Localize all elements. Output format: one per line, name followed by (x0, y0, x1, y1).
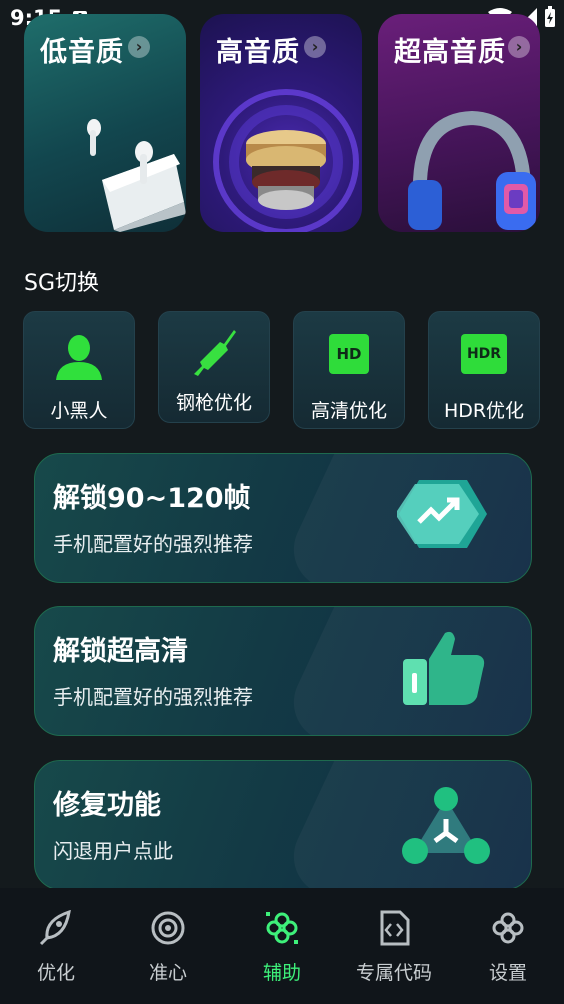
nav-label: 准心 (148, 962, 187, 984)
feature-title: 修复功能 (53, 790, 161, 821)
feature-subtitle: 手机配置好的强烈推荐 (53, 532, 253, 556)
feature-subtitle: 闪退用户点此 (53, 839, 173, 863)
nav-item-assist[interactable]: 辅助 (226, 888, 338, 1004)
sg-item-label: 小黑人 (50, 400, 108, 422)
hdr-icon: HDR (461, 334, 507, 374)
speaker-driver-image (213, 89, 359, 232)
person-icon (56, 335, 102, 380)
nav-item-optimize[interactable]: 优化 (0, 888, 112, 1004)
quality-card-low[interactable]: 低音质 › (24, 14, 186, 232)
rifle-icon (194, 330, 236, 376)
hd-badge-text: HD (336, 345, 362, 363)
sg-item-label: 高清优化 (310, 400, 387, 422)
nav-item-code[interactable]: 专属代码 (338, 888, 450, 1004)
nav-label: 设置 (488, 962, 527, 984)
plus-cluster-icon (266, 912, 298, 944)
code-file-icon (380, 910, 410, 946)
rocket-icon (39, 910, 71, 946)
sg-item-label: HDR优化 (443, 400, 525, 422)
earbuds-image (87, 119, 186, 232)
section-title: SG切换 (24, 271, 100, 296)
thumbs-up-icon (403, 631, 485, 705)
hdr-badge-text: HDR (466, 346, 502, 362)
nav-item-settings[interactable]: 设置 (452, 888, 564, 1004)
chevron-right-icon: › (508, 36, 530, 58)
nav-label: 专属代码 (355, 962, 432, 984)
sg-item-label: 钢枪优化 (175, 392, 252, 414)
sg-item-rifle[interactable]: 钢枪优化 (158, 311, 270, 423)
settings-icon (492, 912, 524, 944)
headphones-image (408, 110, 536, 230)
quality-card-title: 高音质 (216, 37, 300, 68)
nav-item-crosshair[interactable]: 准心 (112, 888, 224, 1004)
feature-title: 解锁90~120帧 (53, 483, 251, 514)
chevron-right-icon: › (128, 36, 150, 58)
sg-item-hd[interactable]: HD 高清优化 (293, 311, 405, 429)
quality-card-title: 超高音质 (394, 37, 506, 68)
sg-item-hdr[interactable]: HDR HDR优化 (428, 311, 540, 429)
feature-card-unlock-uhd[interactable]: 解锁超高清 手机配置好的强烈推荐 (34, 606, 532, 736)
hd-icon: HD (329, 334, 369, 374)
bottom-nav: 优化 准心 辅助 专属代码 设置 (0, 888, 564, 1004)
battery-icon (545, 6, 555, 27)
feature-card-unlock-fps[interactable]: 解锁90~120帧 手机配置好的强烈推荐 (34, 453, 532, 583)
quality-card-ultra[interactable]: 超高音质 › (378, 14, 540, 232)
sg-item-person[interactable]: 小黑人 (23, 311, 135, 429)
network-nodes-icon (402, 787, 490, 864)
crosshair-icon (151, 911, 185, 945)
quality-card-title: 低音质 (40, 37, 124, 68)
quality-card-high[interactable]: 高音质 › (200, 14, 362, 232)
nav-label: 优化 (36, 962, 75, 984)
feature-subtitle: 手机配置好的强烈推荐 (53, 685, 253, 709)
chevron-right-icon: › (304, 36, 326, 58)
nav-label: 辅助 (262, 962, 301, 984)
feature-card-repair[interactable]: 修复功能 闪退用户点此 (34, 760, 532, 890)
trend-hexagon-icon (397, 480, 487, 548)
feature-title: 解锁超高清 (53, 636, 188, 667)
